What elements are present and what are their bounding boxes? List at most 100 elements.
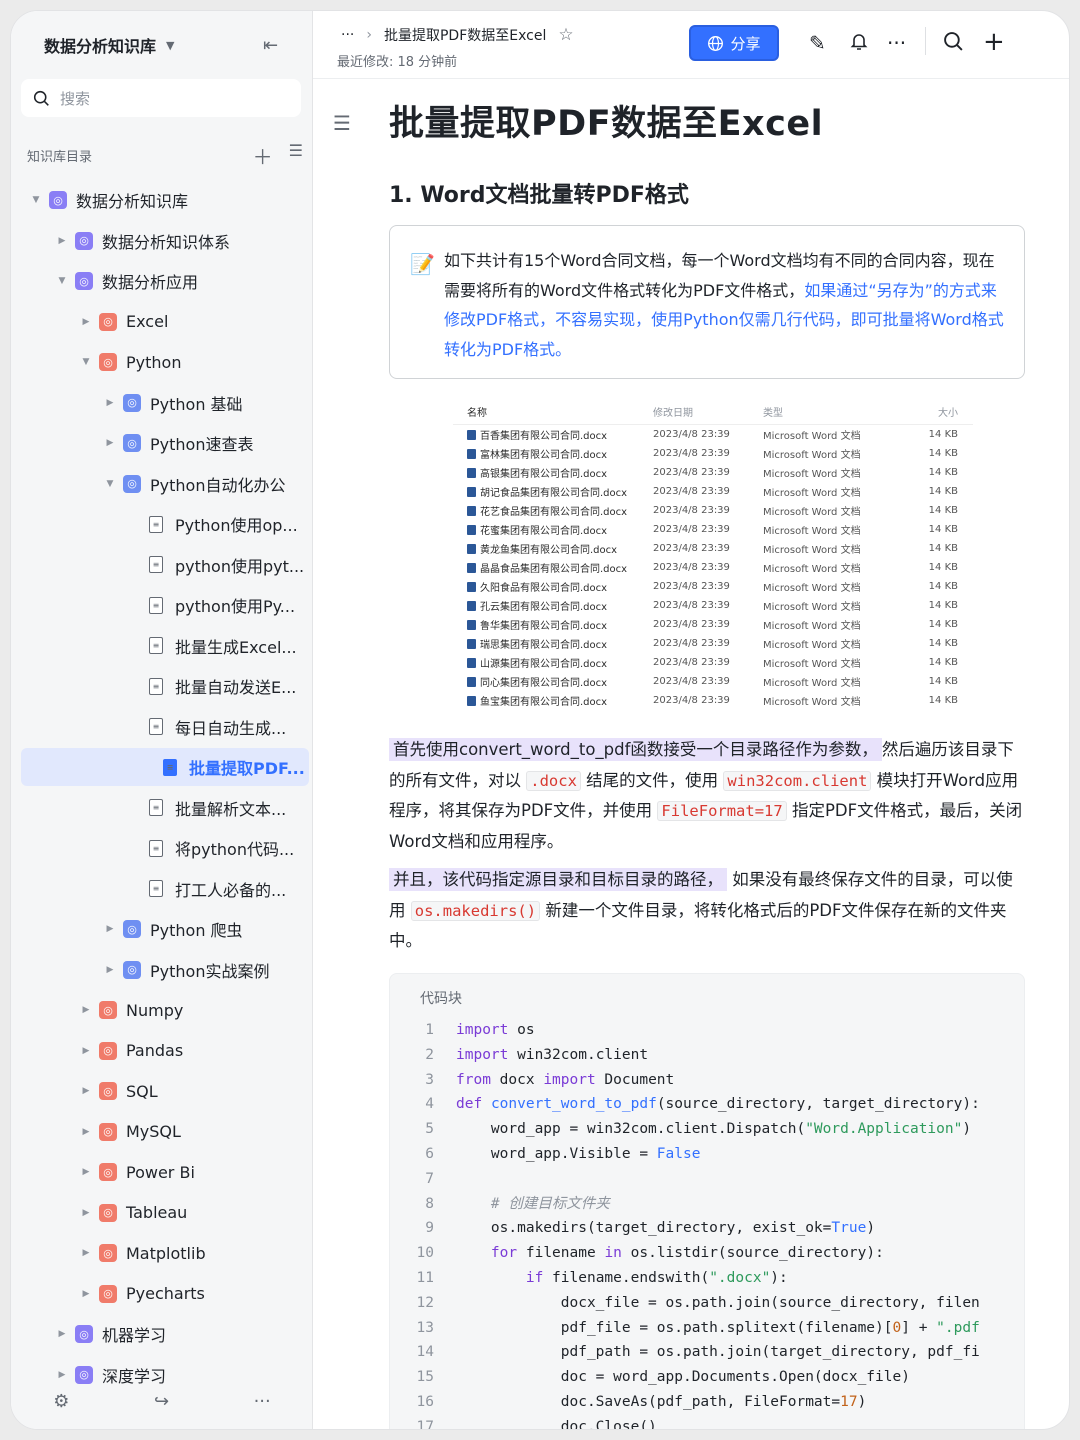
code-block[interactable]: 代码块 1 import os 2 import win32com.client 3… [389, 973, 1025, 1430]
caret-right-icon[interactable]: ▶ [79, 317, 93, 327]
sidebar-item[interactable]: ▼ ◎ Python自动化办公 [103, 465, 285, 503]
sidebar-item[interactable]: ≡ 批量解析文本... [147, 789, 286, 827]
sidebar-item[interactable]: ▶ ◎ Tableau [79, 1194, 188, 1232]
share-label: 分享 [730, 34, 761, 53]
file-date: 2023/4/8 23:39 [653, 448, 730, 459]
sidebar-item[interactable]: ▶ ◎ Numpy [79, 991, 184, 1029]
file-list-header: 名称 修改日期 类型 大小 [453, 399, 973, 425]
sidebar-item-label: Pyecharts [126, 1284, 205, 1303]
sidebar-item[interactable]: ▶ ◎ 机器学习 [55, 1315, 166, 1353]
caret-right-icon[interactable]: ▶ [103, 438, 117, 448]
breadcrumb-more[interactable]: ··· [341, 27, 354, 43]
sidebar-item[interactable]: ▶ ◎ 深度学习 [55, 1356, 166, 1394]
file-type: Microsoft Word 文档 [763, 469, 861, 480]
add-icon[interactable]: + [983, 27, 1005, 57]
sidebar-item[interactable]: ≡ python使用Py... [147, 586, 295, 624]
caret-down-icon[interactable]: ▼ [79, 357, 93, 367]
sidebar-item-label: python使用Py... [175, 597, 296, 616]
caret-right-icon[interactable]: ▶ [55, 1329, 69, 1339]
caret-right-icon[interactable]: ▶ [103, 924, 117, 934]
sidebar-item[interactable]: ▶ ◎ Python实战案例 [103, 951, 269, 989]
folder-icon: ◎ [99, 1001, 117, 1019]
sidebar-item[interactable]: ▶ ◎ Python 基础 [103, 384, 243, 422]
sidebar-item[interactable]: ≡ Python使用op... [147, 505, 298, 543]
list-settings-icon[interactable]: ☰ [289, 141, 303, 170]
sidebar-item[interactable]: ▶ ◎ Matplotlib [79, 1234, 206, 1272]
file-size: 14 KB [928, 695, 958, 706]
edit-icon[interactable]: ✎ [809, 31, 826, 55]
file-name: 花蜜集团有限公司合同.docx [480, 526, 608, 537]
file-size: 14 KB [928, 486, 958, 497]
caret-right-icon[interactable]: ▶ [79, 1167, 93, 1177]
sidebar-item[interactable]: ≡ 批量提取PDF... [21, 748, 309, 786]
folder-icon: ◎ [49, 191, 67, 209]
text: 结尾的文件，使用 [586, 770, 719, 790]
caret-right-icon[interactable]: ▶ [79, 1005, 93, 1015]
kb-switcher[interactable]: 数据分析知识库 ▼ [44, 33, 174, 57]
file-row: 胡记食品集团有限公司合同.docx 2023/4/8 23:39 Microsoft… [453, 482, 973, 501]
star-icon[interactable]: ☆ [558, 25, 573, 45]
caret-right-icon[interactable]: ▶ [103, 398, 117, 408]
caret-right-icon[interactable]: ▶ [103, 965, 117, 975]
sidebar-item[interactable]: ▼ ◎ 数据分析知识库 [29, 181, 188, 219]
chevron-right-icon: › [366, 27, 372, 43]
outline-icon[interactable]: ☰ [333, 111, 351, 135]
sidebar-item[interactable]: ▼ ◎ Python [79, 343, 182, 381]
caret-right-icon[interactable]: ▶ [79, 1289, 93, 1299]
file-date: 2023/4/8 23:39 [653, 429, 730, 440]
caret-down-icon[interactable]: ▼ [55, 276, 69, 286]
sidebar-item[interactable]: ▶ ◎ Python速查表 [103, 424, 253, 462]
sidebar-item[interactable]: ≡ 批量自动发送E... [147, 667, 296, 705]
sidebar-item[interactable]: ▶ ◎ SQL [79, 1072, 158, 1110]
sidebar-item[interactable]: ▶ ◎ Python 爬虫 [103, 910, 243, 948]
more-icon[interactable]: ··· [887, 31, 906, 55]
sidebar-item-label: SQL [126, 1081, 158, 1101]
caret-down-icon[interactable]: ▼ [29, 195, 43, 205]
file-row: 花蜜集团有限公司合同.docx 2023/4/8 23:39 Microsoft W… [453, 520, 973, 539]
sidebar-item[interactable]: ≡ python使用pyt... [147, 546, 304, 584]
file-type: Microsoft Word 文档 [763, 526, 861, 537]
caret-right-icon[interactable]: ▶ [55, 236, 69, 246]
file-name: 鲁华集团有限公司合同.docx [480, 621, 608, 632]
sidebar-item[interactable]: ≡ 打工人必备的... [147, 870, 286, 908]
search-input[interactable]: 搜索 [21, 79, 301, 117]
file-row: 鲁华集团有限公司合同.docx 2023/4/8 23:39 Microsoft W… [453, 615, 973, 634]
file-name: 孔云集团有限公司合同.docx [480, 602, 608, 613]
caret-right-icon[interactable]: ▶ [79, 1248, 93, 1258]
caret-right-icon[interactable]: ▶ [79, 1046, 93, 1056]
sidebar-item[interactable]: ▶ ◎ 数据分析知识体系 [55, 222, 230, 260]
caret-right-icon[interactable]: ▶ [79, 1127, 93, 1137]
sidebar-item[interactable]: ≡ 每日自动生成... [147, 708, 286, 746]
caret-right-icon[interactable]: ▶ [79, 1208, 93, 1218]
sidebar-item[interactable]: ≡ 批量生成Excel... [147, 627, 297, 665]
sidebar-item[interactable]: ≡ 将python代码... [147, 829, 294, 867]
file-row: 孔云集团有限公司合同.docx 2023/4/8 23:39 Microsoft W… [453, 596, 973, 615]
file-name: 同心集团有限公司合同.docx [480, 678, 608, 689]
sidebar-item[interactable]: ▶ ◎ MySQL [79, 1113, 181, 1151]
caret-right-icon[interactable]: ▶ [79, 1086, 93, 1096]
folder-icon: ◎ [75, 231, 93, 250]
breadcrumb-current[interactable]: 批量提取PDF数据至Excel [384, 25, 546, 45]
add-icon[interactable]: ＋ [253, 141, 273, 170]
share-out-icon[interactable]: ↪ [154, 1391, 169, 1412]
more-icon[interactable]: ··· [254, 1391, 271, 1412]
last-modified: 最近修改: 18 分钟前 [337, 55, 458, 70]
caret-down-icon[interactable]: ▼ [103, 479, 117, 489]
code-content: 1 import os 2 import win32com.client 3 from… [416, 1022, 980, 1430]
sidebar-item-label: python使用pyt... [175, 556, 305, 576]
caret-right-icon[interactable]: ▶ [55, 1370, 69, 1380]
sidebar-item[interactable]: ▶ ◎ Power Bi [79, 1153, 195, 1191]
sidebar-item[interactable]: ▶ ◎ Excel [79, 303, 169, 341]
sidebar-item-label: Python自动化办公 [150, 475, 286, 495]
bell-icon[interactable] [849, 31, 869, 56]
search-icon[interactable] [943, 31, 964, 57]
sidebar-item[interactable]: ▶ ◎ Pyecharts [79, 1275, 205, 1313]
file-size: 14 KB [928, 638, 958, 649]
collapse-sidebar-icon[interactable]: ⇤ [263, 35, 278, 56]
sidebar-item[interactable]: ▼ ◎ 数据分析应用 [55, 262, 198, 300]
share-button[interactable]: 分享 [689, 25, 779, 61]
settings-icon[interactable]: ⚙ [53, 1391, 69, 1412]
file-size: 14 KB [928, 467, 958, 478]
sidebar-item[interactable]: ▶ ◎ Pandas [79, 1032, 184, 1070]
file-name: 高银集团有限公司合同.docx [480, 469, 608, 480]
